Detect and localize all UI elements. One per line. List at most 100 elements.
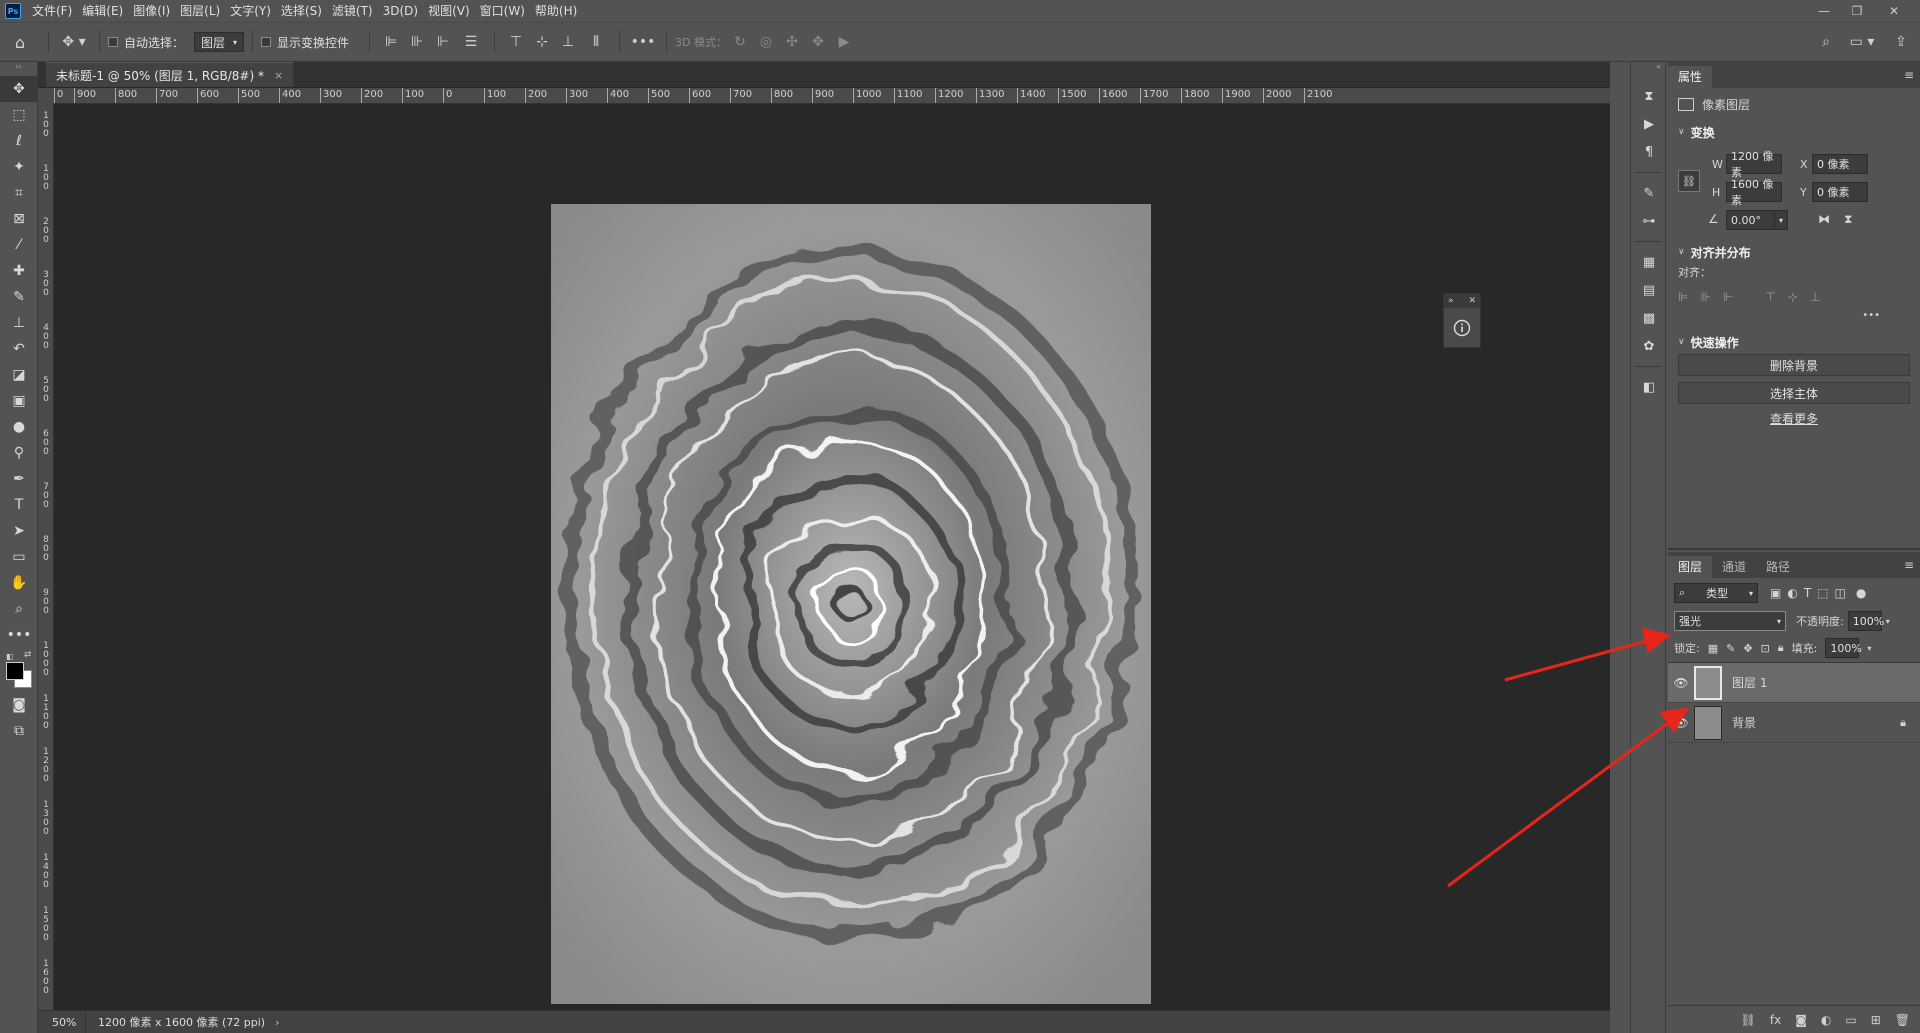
actions-panel-icon[interactable]: ▶ [1631, 110, 1667, 138]
ruler-corner[interactable] [38, 88, 54, 104]
opacity-dropdown-icon[interactable]: ▾ [1886, 617, 1890, 626]
restore-button[interactable]: ❐ [1843, 0, 1871, 22]
opacity-field[interactable]: 100% [1847, 611, 1884, 631]
layer-row-layer1[interactable]: 👁︎ 图层 1 [1668, 663, 1920, 703]
lock-all-icon[interactable]: 🔒︎ [1778, 641, 1784, 655]
home-icon[interactable]: ⌂ [0, 33, 40, 52]
hand-tool-icon[interactable]: ✋ [0, 570, 38, 596]
transform-section-header[interactable]: ∨ 变换 [1668, 120, 1920, 144]
delete-layer-icon[interactable]: 🗑︎ [1895, 1013, 1910, 1027]
y-field[interactable]: 0 像素 [1812, 182, 1868, 202]
minimize-button[interactable]: — [1810, 0, 1838, 22]
zoom-level[interactable]: 50% [38, 1010, 86, 1033]
adjustment-layer-icon[interactable]: ◐ [1821, 1013, 1831, 1027]
zoom-tool-icon[interactable]: ⌕ [0, 596, 38, 622]
swatches-panel-icon[interactable]: ▦ [1631, 248, 1667, 276]
gradients-panel-icon[interactable]: ▤ [1631, 276, 1667, 304]
menu-type[interactable]: 文字(Y) [225, 0, 276, 22]
layer-filter-dropdown[interactable]: ⌕ 类型 ▾ [1674, 583, 1758, 603]
align-more-button[interactable]: ••• [1668, 310, 1920, 330]
link-layers-icon[interactable]: ⛓ [1741, 1013, 1756, 1027]
align-vcenter-icon[interactable]: ⊹ [529, 34, 555, 50]
magic-wand-tool-icon[interactable]: ✦ [0, 154, 38, 180]
move-tool-icon[interactable]: ✥ [0, 76, 38, 102]
drag-3d-icon[interactable]: ✣ [779, 34, 805, 50]
color-panel-icon[interactable]: ✿ [1631, 332, 1667, 360]
camera-3d-icon[interactable]: ▶ [831, 34, 857, 50]
align-top-icon[interactable]: ⊤ [503, 34, 529, 50]
menu-file[interactable]: 文件(F) [27, 0, 77, 22]
align-horizontal-centers-icon[interactable]: ⊪ [1700, 290, 1710, 304]
tab-properties[interactable]: 属性 [1668, 66, 1713, 88]
screen-mode-icon[interactable]: ⧉ [0, 718, 38, 744]
layer-row-background[interactable]: 👁︎ 背景 🔒︎ [1668, 703, 1920, 743]
libraries-panel-icon[interactable]: ◧ [1631, 373, 1667, 401]
frame-tool-icon[interactable]: ⊠ [0, 206, 38, 232]
tab-layers[interactable]: 图层 [1668, 556, 1713, 578]
align-left-edges-icon[interactable]: ⊫ [1678, 290, 1688, 304]
auto-select-dropdown[interactable]: 图层 ▾ [194, 32, 245, 52]
document-canvas[interactable] [551, 204, 1151, 1004]
type-tool-icon[interactable]: T [0, 492, 38, 518]
expand-panel-icon[interactable]: » [1448, 294, 1454, 308]
flip-vertical-icon[interactable]: ⧗ [1844, 212, 1852, 227]
align-right-edges-icon[interactable]: ⊩ [1723, 290, 1733, 304]
move-tool-preset-icon[interactable]: ✥ ▾ [57, 34, 91, 50]
close-window-button[interactable]: ✕ [1880, 0, 1908, 22]
adjustments-panel-icon[interactable]: ⊶ [1631, 207, 1667, 235]
canvas-pasteboard[interactable] [55, 105, 1610, 1010]
layer-name[interactable]: 图层 1 [1732, 674, 1767, 691]
align-section-header[interactable]: ∨ 对齐并分布 [1668, 240, 1920, 264]
x-field[interactable]: 0 像素 [1812, 154, 1868, 174]
align-vertical-centers-icon[interactable]: ⊹ [1788, 290, 1798, 304]
dodge-tool-icon[interactable]: ⚲ [0, 440, 38, 466]
visibility-eye-icon[interactable]: 👁︎ [1668, 716, 1694, 730]
align-left-icon[interactable]: ⊫ [378, 34, 404, 50]
filter-toggle-icon[interactable]: ● [1856, 586, 1866, 600]
document-tab[interactable]: 未标题-1 @ 50% (图层 1, RGB/8#) * × [46, 62, 294, 87]
align-hcenter-icon[interactable]: ⊪ [404, 34, 430, 50]
more-options-icon[interactable]: ••• [628, 34, 658, 50]
marquee-tool-icon[interactable]: ⬚ [0, 102, 38, 128]
lock-icon[interactable]: 🔒︎ [1900, 716, 1906, 730]
menu-help[interactable]: 帮助(H) [530, 0, 582, 22]
layer-style-icon[interactable]: fx [1770, 1013, 1781, 1027]
align-top-edges-icon[interactable]: ⊤ [1765, 290, 1775, 304]
distribute-horizontal-icon[interactable]: ⦀ [581, 34, 611, 50]
collapse-dock-icon[interactable]: « [1631, 62, 1665, 76]
align-bottom-icon[interactable]: ⊥ [555, 34, 581, 50]
menu-view[interactable]: 视图(V) [423, 0, 475, 22]
filter-pixel-icon[interactable]: ▣ [1770, 586, 1781, 600]
status-menu-arrow[interactable]: › [275, 1016, 279, 1029]
info-icon-button[interactable] [1444, 308, 1480, 348]
menu-select[interactable]: 选择(S) [276, 0, 327, 22]
patterns-panel-icon[interactable]: ▩ [1631, 304, 1667, 332]
brush-tool-icon[interactable]: ✎ [0, 284, 38, 310]
add-mask-icon[interactable]: ◙ [1795, 1013, 1807, 1027]
width-field[interactable]: 1200 像素 [1726, 150, 1782, 179]
eraser-tool-icon[interactable]: ◪ [0, 362, 38, 388]
new-layer-icon[interactable]: ⊞ [1871, 1013, 1881, 1027]
new-group-icon[interactable]: ▭ [1845, 1013, 1856, 1027]
clone-stamp-tool-icon[interactable]: ⊥ [0, 310, 38, 336]
visibility-eye-icon[interactable]: 👁︎ [1668, 676, 1694, 690]
workspace-icon[interactable]: ▭ ▾ [1845, 34, 1879, 50]
align-bottom-edges-icon[interactable]: ⊥ [1810, 290, 1820, 304]
vertical-ruler[interactable]: 1 0 0 1 0 0 2 0 0 3 0 0 4 0 0 5 0 0 6 0 0 7 0 0… [38, 104, 54, 1010]
orbit-3d-icon[interactable]: ↻ [727, 34, 753, 50]
history-panel-icon[interactable]: ⧗ [1631, 82, 1667, 110]
angle-dropdown-icon[interactable]: ▾ [1774, 210, 1788, 230]
history-brush-tool-icon[interactable]: ↶ [0, 336, 38, 362]
angle-field[interactable]: 0.00° [1726, 210, 1776, 230]
fill-field[interactable]: 100% [1825, 638, 1862, 658]
info-float-panel[interactable]: » ✕ [1443, 293, 1481, 348]
close-tab-icon[interactable]: × [274, 69, 283, 82]
filter-shape-icon[interactable]: ⬚ [1817, 586, 1828, 600]
menu-edit[interactable]: 编辑(E) [77, 0, 128, 22]
horizontal-ruler[interactable]: 0 900 800 700 600 500 400 300 200 100 0 … [54, 88, 1610, 104]
tab-channels[interactable]: 通道 [1712, 556, 1756, 578]
collapse-toolbar-icon[interactable]: ›› [0, 62, 37, 76]
panel-menu-icon[interactable]: ≡ [1904, 558, 1914, 572]
quick-actions-section-header[interactable]: ∨ 快速操作 [1668, 330, 1920, 354]
menu-filter[interactable]: 滤镜(T) [327, 0, 378, 22]
